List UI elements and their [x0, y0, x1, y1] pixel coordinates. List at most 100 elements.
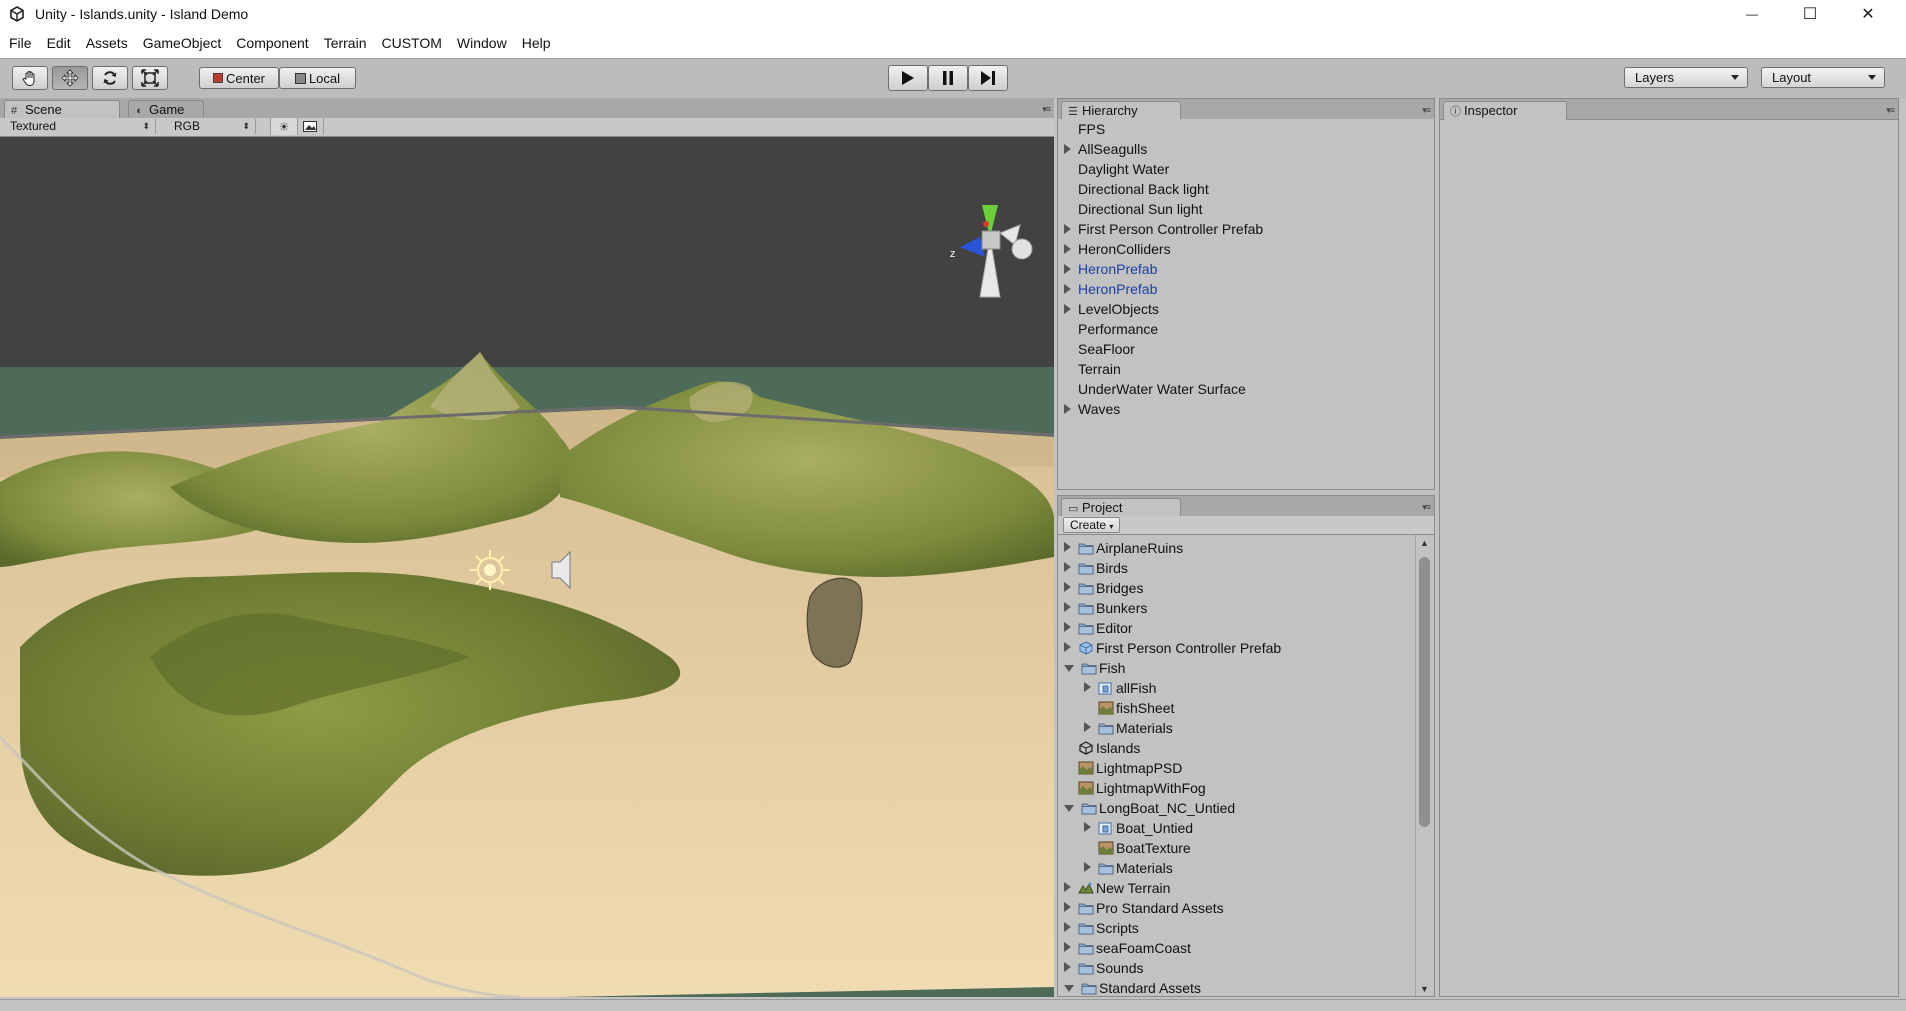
menu-terrain[interactable]: Terrain — [318, 28, 373, 58]
expand-arrow-icon[interactable] — [1064, 942, 1071, 952]
expand-arrow-icon[interactable] — [1084, 822, 1091, 832]
menu-help[interactable]: Help — [516, 28, 557, 58]
project-item[interactable]: allFish — [1084, 678, 1156, 698]
panel-menu-icon[interactable]: ▾≡ — [1422, 502, 1431, 513]
hierarchy-item[interactable]: AllSeagulls — [1064, 139, 1147, 159]
collapse-arrow-icon[interactable] — [1064, 804, 1074, 812]
project-item[interactable]: Bunkers — [1064, 598, 1147, 618]
hierarchy-item[interactable]: Directional Back light — [1064, 179, 1209, 199]
hierarchy-item[interactable]: LevelObjects — [1064, 299, 1159, 319]
project-item[interactable]: Sounds — [1064, 958, 1143, 978]
panel-menu-icon[interactable]: ▾≡ — [1886, 105, 1895, 116]
project-item[interactable]: Birds — [1064, 558, 1128, 578]
menu-gameobject[interactable]: GameObject — [137, 28, 228, 58]
expand-arrow-icon[interactable] — [1084, 722, 1091, 732]
move-tool-button[interactable] — [52, 66, 88, 90]
render-mode-dropdown[interactable]: Textured ⬍ — [4, 119, 156, 134]
tab-scene[interactable]: # Scene — [4, 100, 120, 119]
hierarchy-item[interactable]: Performance — [1064, 319, 1158, 339]
project-item[interactable]: Bridges — [1064, 578, 1143, 598]
project-item[interactable]: New Terrain — [1064, 878, 1170, 898]
minimize-button[interactable]: — — [1723, 0, 1781, 28]
expand-arrow-icon[interactable] — [1064, 902, 1071, 912]
layout-dropdown[interactable]: Layout — [1761, 67, 1885, 88]
hierarchy-item[interactable]: Waves — [1064, 399, 1120, 419]
hierarchy-item[interactable]: UnderWater Water Surface — [1064, 379, 1246, 399]
project-item[interactable]: LongBoat_NC_Untied — [1064, 798, 1235, 818]
menu-component[interactable]: Component — [230, 28, 314, 58]
scene-viewport[interactable]: z — [0, 137, 1054, 997]
project-item[interactable]: LightmapPSD — [1064, 758, 1182, 778]
hierarchy-item[interactable]: FPS — [1064, 119, 1105, 139]
pause-button[interactable] — [928, 65, 968, 91]
expand-arrow-icon[interactable] — [1064, 264, 1071, 275]
create-button[interactable]: Create ▾ — [1063, 517, 1121, 533]
rotate-tool-button[interactable] — [92, 66, 128, 90]
expand-arrow-icon[interactable] — [1064, 602, 1071, 612]
hierarchy-item[interactable]: SeaFloor — [1064, 339, 1135, 359]
color-mode-dropdown[interactable]: RGB ⬍ — [168, 119, 256, 134]
expand-arrow-icon[interactable] — [1064, 404, 1071, 415]
hierarchy-item[interactable]: HeronPrefab — [1064, 279, 1157, 299]
tab-game[interactable]: ◖ Game — [128, 100, 204, 118]
scene-lighting-toggle[interactable]: ☀ — [270, 118, 298, 135]
panel-menu-icon[interactable]: ▾≡ — [1042, 104, 1051, 115]
layers-dropdown[interactable]: Layers — [1624, 67, 1748, 88]
expand-arrow-icon[interactable] — [1064, 224, 1071, 235]
pivot-center-toggle[interactable]: Center — [199, 67, 279, 89]
scroll-up-icon[interactable]: ▲ — [1420, 538, 1429, 548]
expand-arrow-icon[interactable] — [1064, 622, 1071, 632]
tab-hierarchy[interactable]: ☰ Hierarchy — [1061, 101, 1181, 120]
hierarchy-item[interactable]: HeronPrefab — [1064, 259, 1157, 279]
project-item[interactable]: Fish — [1064, 658, 1125, 678]
hierarchy-item[interactable]: Directional Sun light — [1064, 199, 1203, 219]
expand-arrow-icon[interactable] — [1064, 144, 1071, 155]
project-item[interactable]: Boat_Untied — [1084, 818, 1193, 838]
tab-project[interactable]: ▭ Project — [1061, 498, 1181, 517]
hierarchy-item[interactable]: HeronColliders — [1064, 239, 1171, 259]
tab-inspector[interactable]: ⓘ Inspector — [1443, 101, 1567, 120]
project-item[interactable]: Standard Assets — [1064, 978, 1201, 996]
project-item[interactable]: Pro Standard Assets — [1064, 898, 1224, 918]
menu-custom[interactable]: CUSTOM — [375, 28, 447, 58]
project-item[interactable]: BoatTexture — [1084, 838, 1191, 858]
scrollbar-thumb[interactable] — [1419, 557, 1430, 827]
menu-assets[interactable]: Assets — [80, 28, 134, 58]
pivot-local-toggle[interactable]: Local — [279, 67, 356, 89]
expand-arrow-icon[interactable] — [1064, 244, 1071, 255]
expand-arrow-icon[interactable] — [1064, 642, 1071, 652]
expand-arrow-icon[interactable] — [1084, 862, 1091, 872]
maximize-button[interactable]: ☐ — [1781, 0, 1839, 28]
hierarchy-item[interactable]: Daylight Water — [1064, 159, 1169, 179]
scene-fx-toggle[interactable] — [297, 118, 324, 135]
project-item[interactable]: Materials — [1084, 718, 1173, 738]
project-item[interactable]: Islands — [1064, 738, 1140, 758]
expand-arrow-icon[interactable] — [1084, 682, 1091, 692]
close-button[interactable]: ✕ — [1839, 0, 1897, 28]
project-item[interactable]: AirplaneRuins — [1064, 538, 1183, 558]
project-item[interactable]: Editor — [1064, 618, 1133, 638]
hierarchy-item[interactable]: Terrain — [1064, 359, 1121, 379]
orientation-gizmo[interactable]: z — [950, 205, 1033, 298]
step-button[interactable] — [968, 65, 1008, 91]
project-item[interactable]: seaFoamCoast — [1064, 938, 1191, 958]
collapse-arrow-icon[interactable] — [1064, 664, 1074, 672]
panel-menu-icon[interactable]: ▾≡ — [1422, 105, 1431, 116]
expand-arrow-icon[interactable] — [1064, 582, 1071, 592]
hierarchy-item[interactable]: First Person Controller Prefab — [1064, 219, 1263, 239]
project-item[interactable]: Scripts — [1064, 918, 1139, 938]
collapse-arrow-icon[interactable] — [1064, 984, 1074, 992]
expand-arrow-icon[interactable] — [1064, 562, 1071, 572]
project-item[interactable]: fishSheet — [1084, 698, 1174, 718]
scale-tool-button[interactable] — [132, 66, 168, 90]
expand-arrow-icon[interactable] — [1064, 304, 1071, 315]
expand-arrow-icon[interactable] — [1064, 922, 1071, 932]
project-item[interactable]: LightmapWithFog — [1064, 778, 1206, 798]
scroll-down-icon[interactable]: ▼ — [1420, 984, 1429, 994]
play-button[interactable] — [888, 65, 928, 91]
expand-arrow-icon[interactable] — [1064, 882, 1071, 892]
expand-arrow-icon[interactable] — [1064, 284, 1071, 295]
project-scrollbar[interactable]: ▲ ▼ — [1415, 535, 1434, 996]
expand-arrow-icon[interactable] — [1064, 542, 1071, 552]
hand-tool-button[interactable] — [12, 66, 48, 90]
